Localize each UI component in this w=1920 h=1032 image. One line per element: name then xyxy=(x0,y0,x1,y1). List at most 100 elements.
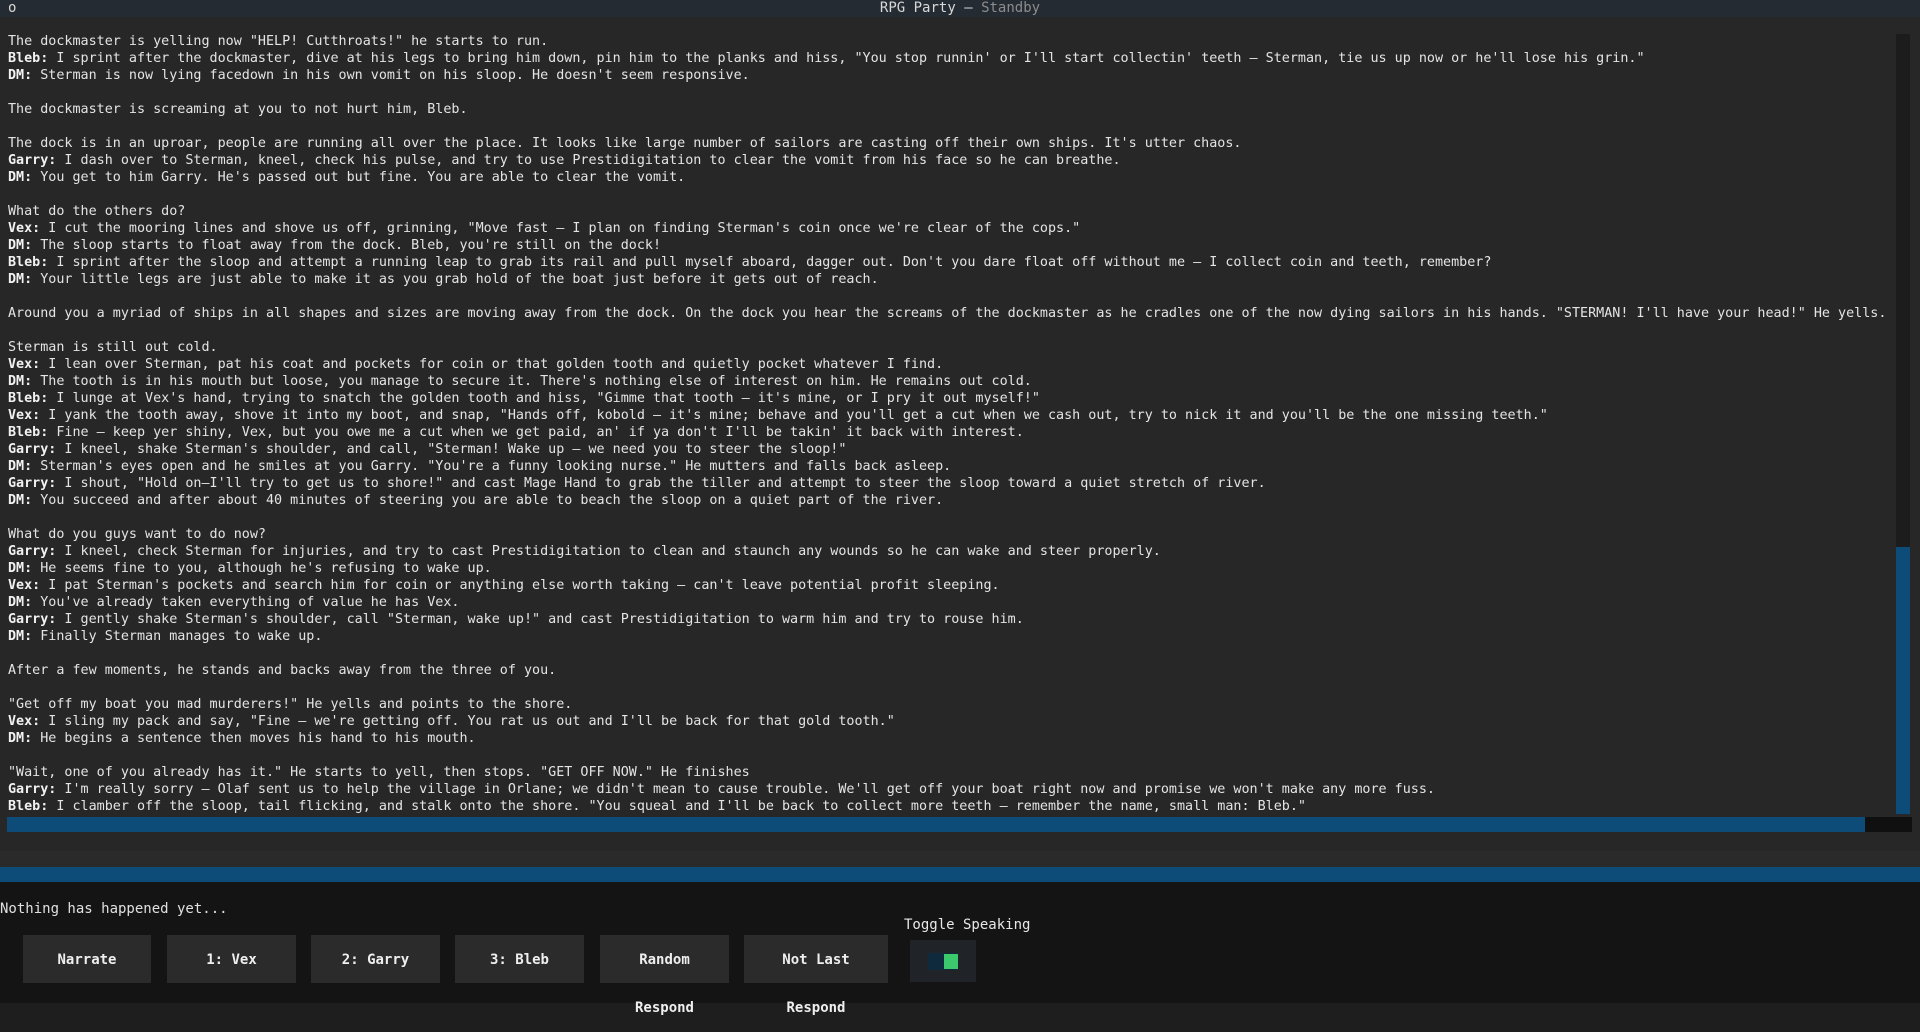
log-text: "Wait, one of you already has it." He st… xyxy=(8,765,750,780)
log-line: Garry: I shout, "Hold on—I'll try to get… xyxy=(8,475,1888,492)
log-line: "Get off my boat you mad murderers!" He … xyxy=(8,696,1888,713)
vertical-scrollbar-thumb[interactable] xyxy=(1896,547,1910,814)
log-text: After a few moments, he stands and backs… xyxy=(8,663,557,678)
log-line: Vex: I cut the mooring lines and shove u… xyxy=(8,220,1888,237)
log-text: I kneel, shake Sterman's shoulder, and c… xyxy=(56,442,847,457)
window-title-text: RPG Party – xyxy=(879,0,973,16)
log-line: "Wait, one of you already has it." He st… xyxy=(8,764,1888,781)
horizontal-scrollbar-thumb[interactable] xyxy=(7,817,1865,832)
log-text: I'm really sorry – Olaf sent us to help … xyxy=(56,782,1435,797)
log-line: The dockmaster is screaming at you to no… xyxy=(8,101,1888,118)
log-text: He begins a sentence then moves his hand… xyxy=(32,731,476,746)
log-speaker: Bleb: xyxy=(8,255,49,270)
log-line: DM: He begins a sentence then moves his … xyxy=(8,730,1888,747)
log-speaker: Garry: xyxy=(8,782,57,797)
chat-log[interactable]: The dockmaster is yelling now "HELP! Cut… xyxy=(8,33,1888,833)
log-text: He seems fine to you, although he's refu… xyxy=(32,561,492,576)
random-respond-button[interactable]: Random Respond xyxy=(600,935,729,1016)
log-speaker: Bleb: xyxy=(8,391,49,406)
chat-log-panel: The dockmaster is yelling now "HELP! Cut… xyxy=(0,17,1920,851)
log-text: Sterman's eyes open and he smiles at you… xyxy=(32,459,952,474)
window-title: RPG Party – Standby xyxy=(0,0,1920,16)
log-line: Vex: I yank the tooth away, shove it int… xyxy=(8,407,1888,424)
control-panel: Nothing has happened yet... Narrate 1: V… xyxy=(0,882,1920,1016)
log-text: You get to him Garry. He's passed out bu… xyxy=(32,170,686,185)
log-speaker: DM: xyxy=(8,629,33,644)
toggle-speaking-switch[interactable] xyxy=(928,953,958,970)
log-text: I pat Sterman's pockets and search him f… xyxy=(40,578,1000,593)
log-speaker: Vex: xyxy=(8,408,41,423)
log-line: DM: Your little legs are just able to ma… xyxy=(8,271,1888,288)
log-speaker: Vex: xyxy=(8,357,41,372)
log-text: I clamber off the sloop, tail flicking, … xyxy=(48,799,1306,814)
narrate-button[interactable]: Narrate xyxy=(23,935,151,983)
window-state: Standby xyxy=(981,0,1041,16)
log-line: DM: He seems fine to you, although he's … xyxy=(8,560,1888,577)
log-speaker: Garry: xyxy=(8,153,57,168)
log-speaker: Bleb: xyxy=(8,425,49,440)
log-speaker: Garry: xyxy=(8,442,57,457)
log-line: Bleb: I clamber off the sloop, tail flic… xyxy=(8,798,1888,815)
log-line: Bleb: I sprint after the sloop and attem… xyxy=(8,254,1888,271)
log-text: I gently shake Sterman's shoulder, call … xyxy=(56,612,1024,627)
log-line: DM: The sloop starts to float away from … xyxy=(8,237,1888,254)
log-line: Bleb: Fine – keep yer shiny, Vex, but yo… xyxy=(8,424,1888,441)
log-text: I cut the mooring lines and shove us off… xyxy=(40,221,1081,236)
log-line: The dockmaster is yelling now "HELP! Cut… xyxy=(8,33,1888,50)
log-line: Around you a myriad of ships in all shap… xyxy=(8,305,1888,322)
status-text: Nothing has happened yet... xyxy=(0,901,228,917)
log-speaker: DM: xyxy=(8,731,33,746)
bleb-button[interactable]: 3: Bleb xyxy=(455,935,584,983)
log-speaker: DM: xyxy=(8,459,33,474)
log-line: Vex: I pat Sterman's pockets and search … xyxy=(8,577,1888,594)
log-text: Around you a myriad of ships in all shap… xyxy=(8,306,1887,321)
log-text: I yank the tooth away, shove it into my … xyxy=(40,408,1548,423)
not-last-respond-button[interactable]: Not Last Respond xyxy=(744,935,888,1016)
log-speaker: Garry: xyxy=(8,544,57,559)
log-line: DM: Finally Sterman manages to wake up. xyxy=(8,628,1888,645)
log-speaker: DM: xyxy=(8,493,33,508)
toggle-knob xyxy=(944,954,958,969)
log-speaker: Garry: xyxy=(8,612,57,627)
vex-button[interactable]: 1: Vex xyxy=(167,935,296,983)
log-text: The sloop starts to float away from the … xyxy=(32,238,662,253)
log-text: Finally Sterman manages to wake up. xyxy=(32,629,323,644)
log-line: Garry: I gently shake Sterman's shoulder… xyxy=(8,611,1888,628)
log-text: The dock is in an uproar, people are run… xyxy=(8,136,1242,151)
log-text: Your little legs are just able to make i… xyxy=(32,272,879,287)
log-speaker: Vex: xyxy=(8,714,41,729)
log-text: I sprint after the dockmaster, dive at h… xyxy=(48,51,1645,66)
log-line: Vex: I sling my pack and say, "Fine – we… xyxy=(8,713,1888,730)
log-line: Garry: I kneel, shake Sterman's shoulder… xyxy=(8,441,1888,458)
log-line: Garry: I'm really sorry – Olaf sent us t… xyxy=(8,781,1888,798)
log-line: Garry: I dash over to Sterman, kneel, ch… xyxy=(8,152,1888,169)
log-speaker: DM: xyxy=(8,561,33,576)
panel-divider xyxy=(0,851,1920,867)
garry-button[interactable]: 2: Garry xyxy=(311,935,440,983)
log-speaker: Bleb: xyxy=(8,51,49,66)
log-line: DM: Sterman's eyes open and he smiles at… xyxy=(8,458,1888,475)
progress-bar xyxy=(0,867,1920,882)
log-text: I lunge at Vex's hand, trying to snatch … xyxy=(48,391,1040,406)
toggle-speaking-container xyxy=(910,940,976,982)
log-line: What do you guys want to do now? xyxy=(8,526,1888,543)
log-speaker: Garry: xyxy=(8,476,57,491)
title-bar: o RPG Party – Standby xyxy=(0,0,1920,17)
log-line: Bleb: I lunge at Vex's hand, trying to s… xyxy=(8,390,1888,407)
log-line: What do the others do? xyxy=(8,203,1888,220)
log-text: I sprint after the sloop and attempt a r… xyxy=(48,255,1492,270)
log-text: "Get off my boat you mad murderers!" He … xyxy=(8,697,573,712)
log-line: Vex: I lean over Sterman, pat his coat a… xyxy=(8,356,1888,373)
log-text: I lean over Sterman, pat his coat and po… xyxy=(40,357,944,372)
log-speaker: Bleb: xyxy=(8,799,49,814)
log-text: I sling my pack and say, "Fine – we're g… xyxy=(40,714,895,729)
